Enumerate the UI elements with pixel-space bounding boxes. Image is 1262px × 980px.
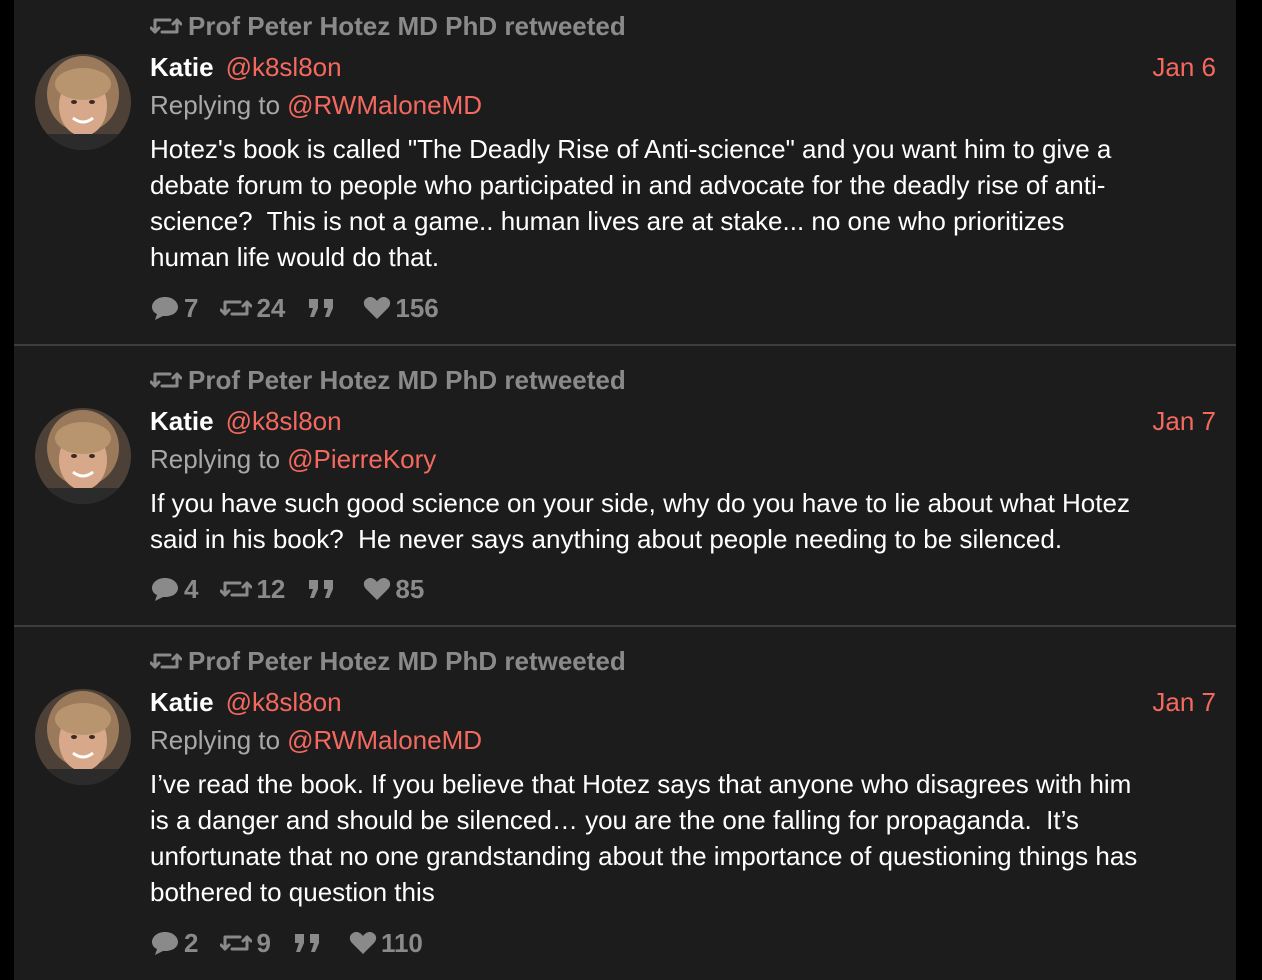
author-handle[interactable]: @k8sl8on bbox=[226, 406, 342, 437]
author-name[interactable]: Katie bbox=[150, 52, 214, 83]
reply-target-handle[interactable]: @RWMaloneMD bbox=[287, 90, 482, 121]
retweet-button[interactable]: 24 bbox=[220, 293, 285, 324]
avatar[interactable] bbox=[35, 689, 131, 785]
retweet-icon bbox=[220, 932, 253, 954]
retweet-icon bbox=[220, 578, 253, 600]
retweet-icon bbox=[150, 15, 182, 37]
retweet-count: 24 bbox=[256, 292, 286, 323]
reply-count: 7 bbox=[184, 292, 199, 323]
replying-label: Replying to bbox=[150, 724, 281, 755]
retweet-context: Prof Peter Hotez MD PhD retweeted bbox=[150, 10, 626, 42]
reply-count: 4 bbox=[184, 573, 199, 604]
retweet-button[interactable]: 9 bbox=[220, 927, 271, 959]
tweet-text: I’ve read the book. If you believe that … bbox=[150, 769, 1138, 907]
reply-count: 2 bbox=[184, 927, 199, 958]
reply-button[interactable]: 7 bbox=[150, 293, 198, 324]
retweet-icon bbox=[220, 297, 253, 319]
reply-icon bbox=[150, 295, 180, 321]
like-count: 85 bbox=[395, 573, 425, 604]
heart-icon bbox=[349, 931, 377, 955]
heart-icon bbox=[363, 296, 391, 320]
quote-button[interactable] bbox=[307, 297, 341, 319]
replying-to: Replying to @PierreKory bbox=[150, 442, 436, 476]
reply-icon bbox=[150, 576, 180, 602]
like-count: 156 bbox=[395, 292, 439, 323]
tweet-date[interactable]: Jan 7 bbox=[1152, 404, 1216, 438]
author-name[interactable]: Katie bbox=[150, 687, 214, 718]
tweet-card[interactable]: Prof Peter Hotez MD PhD retweeted Katie … bbox=[14, 346, 1236, 626]
retweet-icon bbox=[150, 650, 182, 672]
tweet-header: Katie @k8sl8on bbox=[150, 50, 342, 84]
replying-to: Replying to @RWMaloneMD bbox=[150, 88, 482, 122]
reply-button[interactable]: 4 bbox=[150, 574, 198, 605]
tweet-header: Katie @k8sl8on bbox=[150, 685, 342, 719]
author-handle[interactable]: @k8sl8on bbox=[226, 52, 342, 83]
retweet-button[interactable]: 12 bbox=[220, 574, 285, 605]
tweet-text: Hotez's book is called "The Deadly Rise … bbox=[150, 134, 1112, 272]
tweet-date[interactable]: Jan 6 bbox=[1152, 50, 1216, 84]
reply-button[interactable]: 2 bbox=[150, 928, 198, 959]
like-count: 110 bbox=[380, 927, 423, 958]
heart-icon bbox=[363, 577, 391, 601]
replying-label: Replying to bbox=[150, 443, 281, 474]
retweet-icon bbox=[150, 369, 182, 391]
reply-target-handle[interactable]: @RWMaloneMD bbox=[287, 725, 482, 756]
like-button[interactable]: 110 bbox=[349, 928, 423, 959]
tweet-actions: 4 12 85 bbox=[150, 572, 446, 606]
tweet-card[interactable]: Prof Peter Hotez MD PhD retweeted Katie … bbox=[14, 627, 1236, 980]
like-button[interactable]: 156 bbox=[363, 292, 439, 324]
quote-button[interactable] bbox=[307, 578, 341, 600]
avatar[interactable] bbox=[35, 408, 131, 504]
retweeted-by-label: Prof Peter Hotez MD PhD retweeted bbox=[188, 10, 626, 41]
reply-icon bbox=[150, 930, 180, 956]
quote-icon bbox=[307, 297, 337, 319]
author-handle[interactable]: @k8sl8on bbox=[226, 687, 342, 718]
tweet-actions: 2 9 110 bbox=[150, 926, 445, 960]
quote-icon bbox=[307, 578, 337, 600]
reply-target-handle[interactable]: @PierreKory bbox=[287, 444, 436, 475]
tweet-card[interactable]: Prof Peter Hotez MD PhD retweeted Katie … bbox=[14, 0, 1236, 345]
like-button[interactable]: 85 bbox=[363, 574, 424, 605]
tweet-header: Katie @k8sl8on bbox=[150, 404, 342, 438]
tweet-text: If you have such good science on your si… bbox=[150, 488, 1130, 554]
tweet-actions: 7 24 156 bbox=[150, 291, 461, 325]
retweet-count: 12 bbox=[256, 573, 286, 604]
retweeted-by-label: Prof Peter Hotez MD PhD retweeted bbox=[188, 364, 626, 395]
tweet-feed: Prof Peter Hotez MD PhD retweeted Katie … bbox=[14, 0, 1236, 980]
retweet-context: Prof Peter Hotez MD PhD retweeted bbox=[150, 645, 626, 677]
retweet-context: Prof Peter Hotez MD PhD retweeted bbox=[150, 364, 626, 396]
quote-button[interactable] bbox=[293, 932, 327, 954]
replying-to: Replying to @RWMaloneMD bbox=[150, 723, 482, 757]
retweeted-by-label: Prof Peter Hotez MD PhD retweeted bbox=[188, 645, 626, 676]
replying-label: Replying to bbox=[150, 89, 281, 120]
avatar[interactable] bbox=[35, 54, 131, 150]
retweet-count: 9 bbox=[256, 927, 271, 958]
tweet-date[interactable]: Jan 7 bbox=[1152, 685, 1216, 719]
quote-icon bbox=[293, 932, 323, 954]
author-name[interactable]: Katie bbox=[150, 406, 214, 437]
